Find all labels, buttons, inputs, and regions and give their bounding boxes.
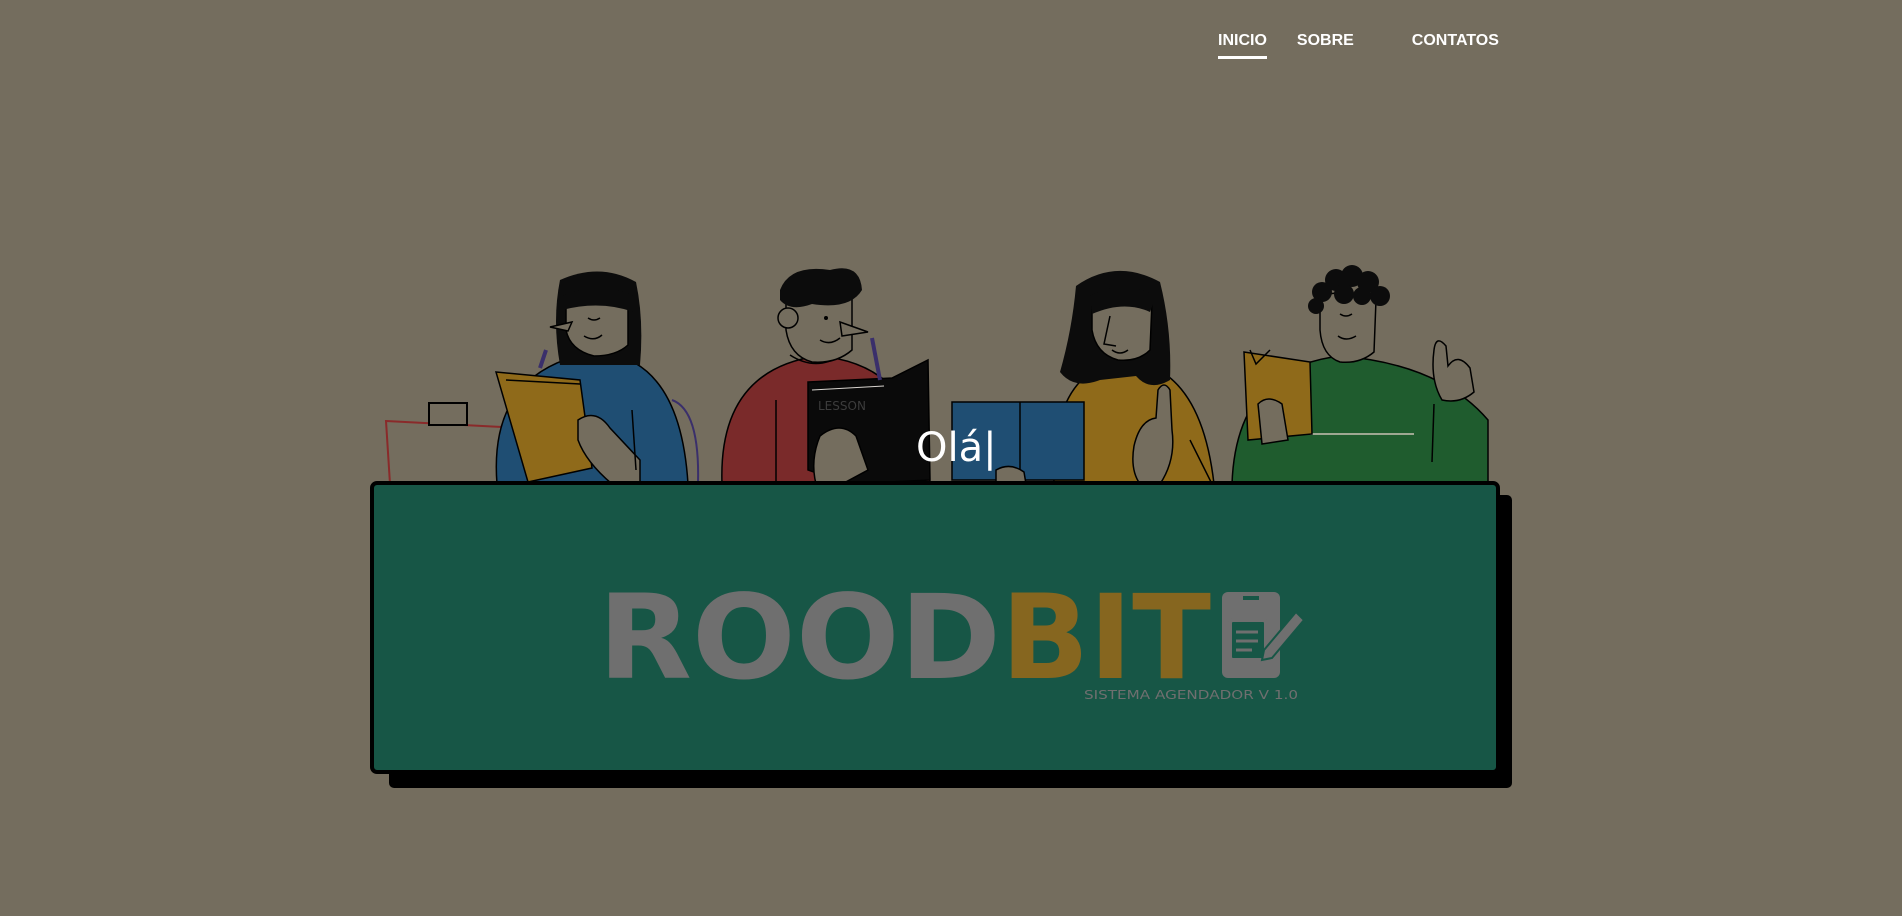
greeting-text: Olá: [916, 425, 984, 471]
logo-tagline: SISTEMA AGENDADOR V 1.0: [1084, 688, 1298, 702]
logo-text-rood: ROOD: [598, 569, 1001, 706]
person-reading-blue: [384, 271, 700, 485]
roodbit-logo: ROOD BIT SISTEMA AGENDADOR V 1.0: [598, 569, 1306, 706]
logo-text-bit: BIT: [1001, 569, 1211, 706]
hero-greeting: Olá|: [916, 428, 997, 468]
person-curly-green: [1231, 265, 1489, 485]
person-reading-red: LESSON: [721, 268, 931, 485]
typing-cursor: |: [983, 425, 997, 471]
svg-text:LESSON: LESSON: [818, 399, 866, 413]
